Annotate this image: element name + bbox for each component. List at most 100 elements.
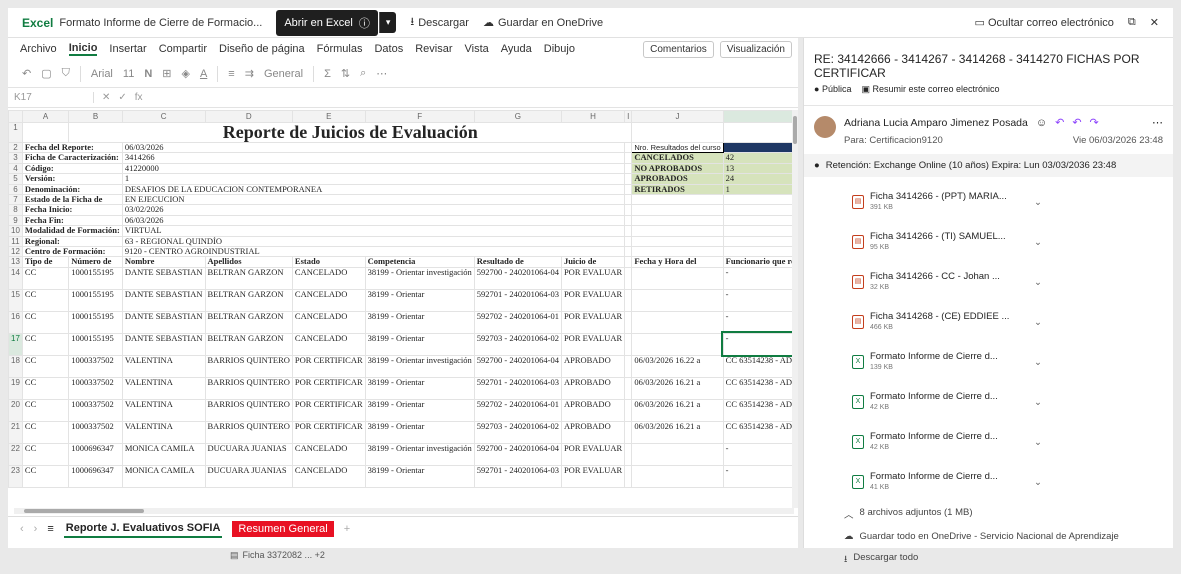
table-cell[interactable]: CC 63514238 - ADRIANA LUCIA AMPARO JIMEN… [722, 420, 794, 444]
sum-icon[interactable]: Σ [324, 68, 331, 80]
cell[interactable] [631, 225, 724, 237]
menu-item[interactable]: Datos [374, 43, 403, 55]
function-icon[interactable]: fx [135, 92, 143, 103]
table-row[interactable]: 15 CC 1000155195 DANTE SEBASTIAN BELTRAN GAR… [8, 288, 794, 312]
table-cell[interactable] [624, 420, 633, 444]
table-cell[interactable]: 592701 - 240201064-03 [473, 288, 562, 312]
row-header[interactable]: 18 [8, 354, 23, 378]
horizontal-scrollbar[interactable] [14, 508, 794, 514]
table-cell[interactable]: CC [21, 376, 70, 400]
summary-count[interactable]: 4 [722, 141, 794, 154]
select-all-corner[interactable] [8, 110, 23, 123]
row-header[interactable]: 19 [8, 376, 23, 400]
more-icon[interactable]: ⋯ [376, 67, 387, 80]
save-onedrive-button[interactable]: ☁ Guardar en OneDrive [483, 16, 603, 30]
table-row[interactable]: 21 CC 1000337502 VALENTINA BARRIOS QUINTERO P… [8, 420, 794, 444]
format-painter-icon[interactable]: ⛉ [62, 67, 70, 80]
cell[interactable] [631, 214, 724, 227]
summary-label[interactable]: CANCELADOS [631, 152, 724, 164]
spreadsheet-grid[interactable]: ABCDEFGHIJKL1Reporte de Juicios de Evalu… [8, 110, 794, 508]
table-cell[interactable]: VALENTINA [121, 420, 206, 444]
recipient[interactable]: Certificacion9120 [869, 135, 942, 146]
column-header[interactable]: B [68, 110, 123, 123]
table-cell[interactable]: BELTRAN GARZON [204, 310, 293, 334]
table-cell[interactable]: VALENTINA [121, 354, 206, 378]
cell[interactable] [624, 141, 633, 154]
table-cell[interactable]: CC [21, 310, 70, 334]
table-cell[interactable]: VALENTINA [121, 376, 206, 400]
table-cell[interactable]: BARRIOS QUINTERO [204, 376, 293, 400]
hide-email-button[interactable]: ▭ Ocultar correo electrónico [975, 16, 1114, 29]
close-icon[interactable]: ✕ [1150, 16, 1159, 29]
table-cell[interactable]: 06/03/2026 16.21 a [631, 398, 724, 422]
table-cell[interactable]: CANCELADO [291, 310, 366, 334]
cell[interactable] [624, 225, 633, 237]
table-cell[interactable]: POR EVALUAR [560, 464, 626, 488]
menu-item[interactable]: Dibujo [544, 43, 575, 55]
info-label[interactable]: Centro de Formación: [21, 245, 123, 258]
menu-item[interactable]: Revisar [415, 43, 452, 55]
table-cell[interactable]: BARRIOS QUINTERO [204, 398, 293, 422]
table-header[interactable]: Resultado de [473, 256, 562, 268]
table-row[interactable]: 18 CC 1000337502 VALENTINA BARRIOS QUINTERO P… [8, 354, 794, 378]
prev-sheet-icon[interactable]: ‹ [20, 523, 24, 535]
chevron-down-icon[interactable]: ⌄ [1034, 197, 1042, 208]
column-header[interactable]: E [291, 110, 366, 123]
info-value[interactable]: 03/02/2026 [121, 204, 626, 216]
font-select[interactable]: Arial [91, 68, 113, 80]
attachment-item[interactable]: ▤ Ficha 3414266 - (TI) SAMUEL... 95 KB ⌄ [852, 227, 1042, 257]
summary-label[interactable]: RETIRADOS [631, 183, 724, 195]
view-button[interactable]: Visualización [719, 40, 792, 58]
table-cell[interactable] [624, 464, 633, 488]
cell[interactable] [21, 122, 70, 143]
table-cell[interactable] [624, 376, 633, 400]
table-header[interactable]: Funcionario que registro el juicio [722, 256, 794, 268]
clipboard-icon[interactable]: ▢ [41, 67, 51, 80]
table-cell[interactable]: DUCUARA JUANIAS [204, 442, 293, 466]
table-header[interactable]: Fecha y Hora del [631, 256, 724, 268]
summary-value[interactable]: 24 [722, 173, 794, 185]
sheet-list-icon[interactable]: ≡ [47, 523, 53, 535]
row-header[interactable]: 15 [8, 288, 23, 312]
table-cell[interactable]: APROBADO [560, 376, 626, 400]
table-cell[interactable]: CC [21, 288, 70, 312]
cell[interactable] [624, 162, 633, 175]
table-cell[interactable]: CANCELADO [291, 442, 366, 466]
info-value[interactable]: VIRTUAL [121, 225, 626, 237]
cell[interactable] [624, 235, 633, 247]
cell[interactable] [631, 245, 724, 258]
menu-item[interactable]: Archivo [20, 43, 57, 55]
table-cell[interactable]: - [721, 331, 794, 358]
row-header[interactable]: 20 [8, 398, 23, 422]
attachment-item[interactable]: ▤ Ficha 3414266 - (PPT) MARIA... 391 KB ⌄ [852, 187, 1042, 217]
scroll-thumb[interactable] [793, 116, 797, 144]
table-cell[interactable]: 38199 - Orientar [364, 288, 475, 312]
table-cell[interactable]: 592700 - 240201064-04 [473, 266, 562, 290]
info-label[interactable]: Regional: [21, 235, 123, 247]
row-header[interactable]: 2 [8, 141, 23, 154]
row-header[interactable]: 23 [8, 464, 23, 488]
table-cell[interactable]: 592700 - 240201064-04 [473, 442, 562, 466]
column-header[interactable]: A [21, 110, 70, 123]
table-cell[interactable]: MONICA CAMILA [121, 464, 206, 488]
info-value[interactable]: EN EJECUCION [121, 193, 626, 206]
table-row[interactable]: 22 CC 1000696347 MONICA CAMILA DUCUARA JUANI… [8, 442, 794, 466]
cell[interactable] [624, 214, 633, 227]
info-label[interactable]: Fecha Fin: [21, 214, 123, 227]
table-cell[interactable]: MONICA CAMILA [121, 442, 206, 466]
table-header[interactable]: Juicio de [560, 256, 626, 268]
table-cell[interactable]: DUCUARA JUANIAS [204, 464, 293, 488]
summary-value[interactable]: 42 [722, 152, 794, 164]
cell[interactable] [631, 235, 724, 247]
row-header[interactable]: 1 [8, 122, 23, 143]
column-header[interactable]: I [624, 110, 633, 123]
info-value[interactable]: 9120 - CENTRO AGROINDUSTRIAL [121, 245, 626, 258]
chevron-down-icon[interactable]: ⌄ [1034, 477, 1042, 488]
info-label[interactable]: Modalidad de Formación: [21, 225, 123, 237]
table-cell[interactable]: POR EVALUAR [560, 442, 626, 466]
row-header[interactable]: 3 [8, 152, 23, 164]
table-header[interactable]: Número de [68, 256, 123, 268]
info-value[interactable]: 06/03/2026 [121, 214, 626, 227]
table-cell[interactable]: CC [21, 442, 70, 466]
cell[interactable] [722, 245, 794, 258]
